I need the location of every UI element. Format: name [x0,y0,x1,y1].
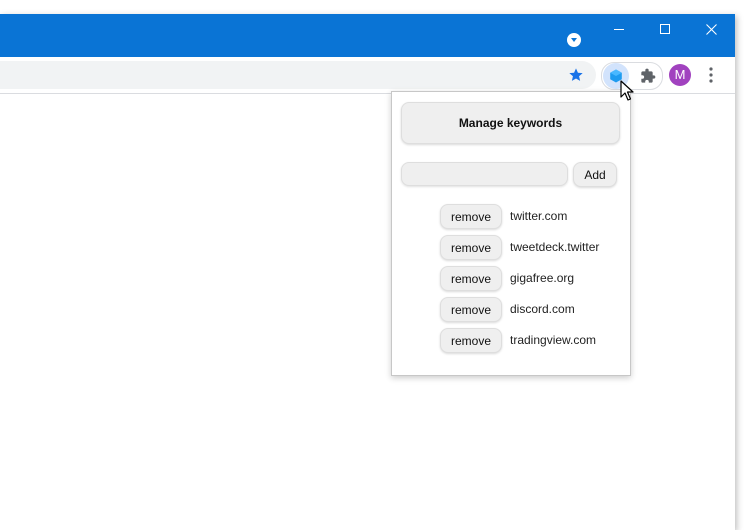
title-bar [0,14,735,57]
keyword-text: twitter.com [510,209,568,223]
remove-button[interactable]: remove [440,328,502,353]
list-item: remove tweetdeck.twitter [440,235,599,266]
minimize-icon [613,28,624,30]
tab-search-icon[interactable] [567,33,581,47]
profile-avatar[interactable]: M [669,64,691,86]
address-bar[interactable] [0,61,596,89]
bookmark-star-icon[interactable] [568,67,584,83]
remove-button[interactable]: remove [440,266,502,291]
puzzle-icon[interactable] [640,68,656,84]
remove-button[interactable]: remove [440,204,502,229]
keyword-list: remove twitter.com remove tweetdeck.twit… [440,204,599,359]
list-item: remove tradingview.com [440,328,599,359]
mouse-cursor-icon [620,80,634,101]
maximize-icon [659,23,670,34]
list-item: remove twitter.com [440,204,599,235]
keyword-text: discord.com [510,302,575,316]
more-menu-icon[interactable] [708,67,714,83]
list-item: remove discord.com [440,297,599,328]
keyword-input[interactable] [401,162,568,186]
close-button[interactable] [688,14,734,44]
keywords-popup: Manage keywords Add remove twitter.com r… [391,91,631,376]
remove-button[interactable]: remove [440,297,502,322]
remove-button[interactable]: remove [440,235,502,260]
maximize-button[interactable] [642,14,688,44]
keyword-text: gigafree.org [510,271,575,285]
minimize-button[interactable] [596,14,642,44]
list-item: remove gigafree.org [440,266,599,297]
add-button[interactable]: Add [573,162,617,187]
keyword-text: tradingview.com [510,333,597,347]
close-icon [705,23,717,35]
keyword-text: tweetdeck.twitter [510,240,600,254]
manage-keywords-button[interactable]: Manage keywords [401,102,620,144]
